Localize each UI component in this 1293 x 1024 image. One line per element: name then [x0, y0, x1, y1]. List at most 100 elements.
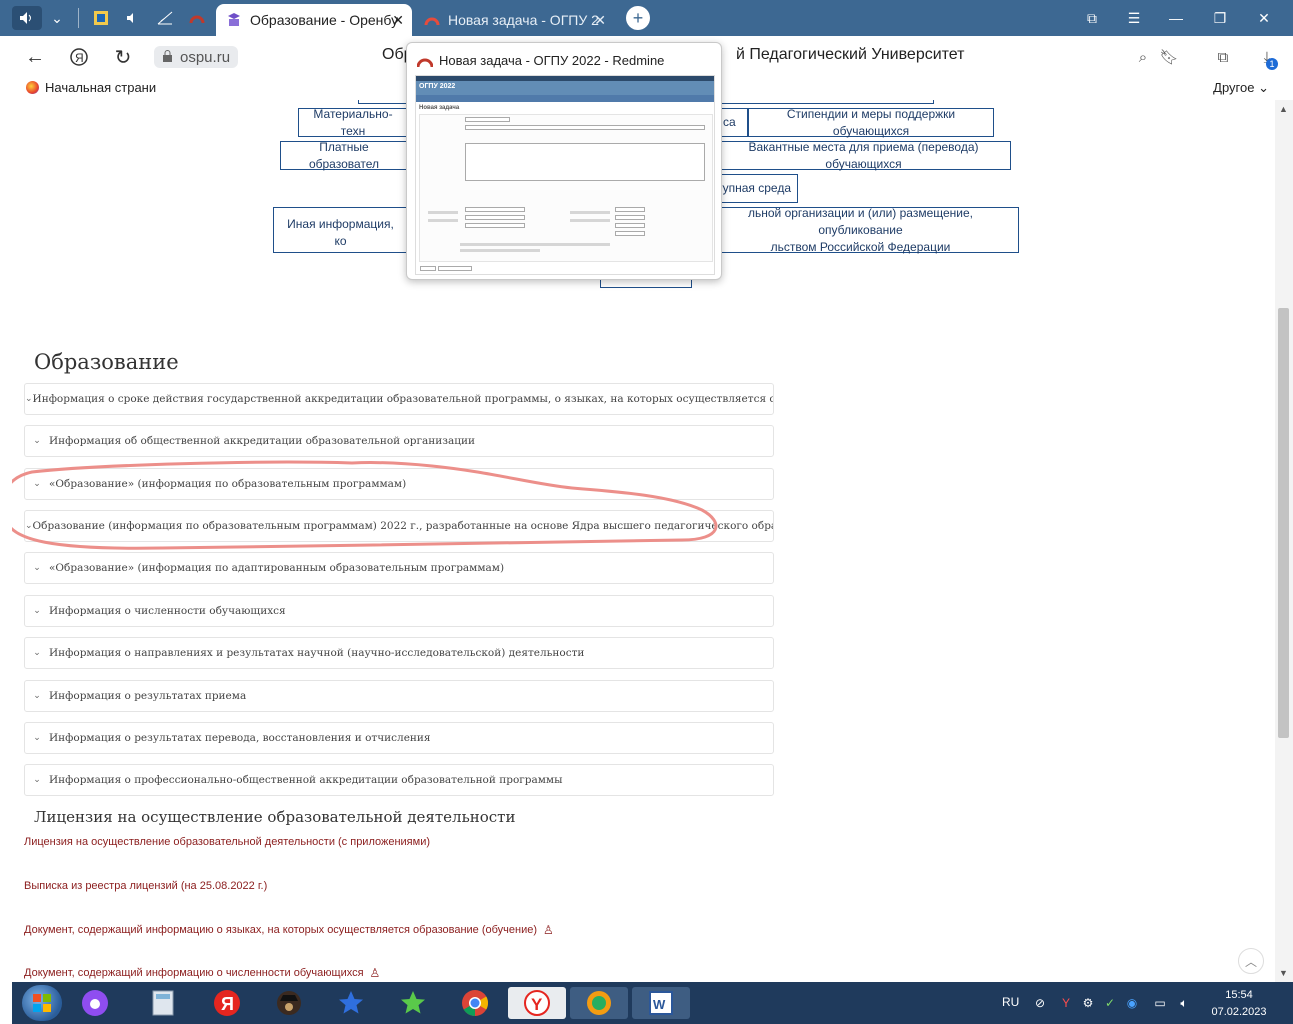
accordion-item[interactable]: ⌄ Образование (информация по образователь…	[24, 510, 774, 542]
pinned-tab-mute[interactable]	[122, 6, 144, 30]
scrollbar-thumb[interactable]	[1278, 308, 1289, 738]
close-window-button[interactable]: ✕	[1244, 6, 1284, 30]
taskbar-yandex-active[interactable]: Y	[508, 987, 566, 1019]
bookmark-home-label: Начальная страни	[45, 80, 157, 95]
taskbar-yandex-browser[interactable]: Я	[210, 987, 244, 1019]
green-star-icon	[401, 991, 425, 1014]
audio-tab-button[interactable]	[12, 6, 42, 30]
url-text: ospu.ru	[180, 48, 231, 66]
back-button[interactable]: ←	[22, 44, 48, 70]
new-tab-button[interactable]: +	[626, 6, 650, 30]
chevron-down-icon: ⌄	[51, 9, 63, 26]
registry-extract-link[interactable]: Выписка из реестра лицензий (на 25.08.20…	[24, 880, 267, 892]
accordion-item-label: Информация о направлениях и результатах …	[49, 647, 585, 659]
minimize-icon: —	[1169, 10, 1183, 26]
bookmark-home[interactable]: Начальная страни	[26, 80, 156, 95]
extensions-button[interactable]: ⧉	[1212, 46, 1234, 68]
taskbar-blue-star[interactable]	[334, 987, 368, 1019]
chevron-down-icon: ⌄	[33, 563, 41, 573]
accordion-item[interactable]: ⌄ Информация об общественной аккредитации…	[24, 425, 774, 457]
clock-time[interactable]: 15:54	[1210, 989, 1268, 1001]
thumb-heading: Новая задача	[419, 105, 460, 111]
taskbar-green-star[interactable]	[396, 987, 430, 1019]
minimize-button[interactable]: —	[1156, 6, 1196, 30]
tray-app-1[interactable]: ⊘	[1032, 995, 1048, 1011]
page-scrollbar[interactable]: ▲ ▼	[1275, 100, 1293, 982]
publication-label-1: льной организации и (или) размещение, оп…	[747, 205, 973, 237]
publication-button[interactable]: льной организации и (или) размещение, оп…	[702, 205, 1019, 254]
downloads-button[interactable]: ⤓ 1	[1256, 46, 1278, 70]
accordion-item[interactable]: ⌄ Информация о результатах перевода, восс…	[24, 722, 774, 754]
bookmark-other[interactable]: Другое ⌄	[1213, 80, 1269, 96]
search-button[interactable]: ⌕	[1132, 46, 1154, 68]
search-icon: ⌕	[1138, 48, 1148, 66]
scholarships-button[interactable]: Стипендии и меры поддержки обучающихся	[748, 106, 994, 138]
accessible-env-label: тупная среда	[716, 181, 791, 195]
tray-volume[interactable]: 🔈︎	[1176, 995, 1192, 1011]
redmine-icon	[417, 58, 433, 68]
svg-text:Y: Y	[531, 995, 543, 1014]
accordion-item[interactable]: ⌄ Информация о численности обучающихся	[24, 595, 774, 627]
tray-app-4[interactable]: ✓	[1102, 995, 1118, 1011]
start-button[interactable]	[22, 985, 62, 1021]
students-count-doc-link[interactable]: Документ, содержащий информацию о числен…	[24, 966, 380, 980]
taskbar-chrome[interactable]	[458, 987, 492, 1019]
material-tech-label: Материально-техн	[313, 106, 393, 138]
tab-preview-popup[interactable]: Новая задача - ОГПУ 2022 - Redmine ОГПУ …	[406, 42, 722, 280]
close-icon[interactable]: ✕	[594, 12, 606, 29]
collections-button[interactable]: ⧉	[1072, 6, 1112, 30]
material-tech-button[interactable]: Материально-техн	[298, 106, 408, 138]
pinned-tab-shield[interactable]	[90, 6, 112, 30]
menu-button[interactable]: ☰	[1114, 6, 1154, 30]
languages-doc-link[interactable]: Документ, содержащий информацию о языках…	[24, 923, 554, 937]
plus-icon: +	[632, 7, 644, 28]
taskbar-calculator[interactable]	[146, 987, 180, 1019]
reload-button[interactable]: ↻	[110, 44, 136, 70]
admission-label: са	[723, 115, 736, 129]
close-icon[interactable]: ✕	[392, 12, 404, 29]
yandex-browser-icon: Y	[524, 990, 550, 1016]
accordion-item[interactable]: ⌄ Информация о результатах приема	[24, 680, 774, 712]
language-indicator[interactable]: RU	[1002, 995, 1019, 1009]
tab-education[interactable]: Образование - Оренбу ✕	[216, 4, 412, 36]
paid-services-button[interactable]: Платные образовател	[280, 140, 408, 171]
taskbar-office-app[interactable]	[570, 987, 628, 1019]
url-field[interactable]: ospu.ru	[154, 46, 239, 68]
license-link-label: Лицензия на осуществление образовательно…	[24, 836, 431, 848]
pinned-tab-chart[interactable]	[154, 6, 176, 30]
taskbar-alice[interactable]	[78, 987, 112, 1019]
preview-title: Новая задача - ОГПУ 2022 - Redmine	[439, 53, 665, 68]
publication-label-2: льством Российской Федерации	[770, 239, 951, 254]
other-info-label: Иная информация, ко	[287, 217, 394, 248]
tray-app-3[interactable]: ⚙	[1080, 995, 1096, 1011]
scroll-to-top-button[interactable]: ︿	[1238, 948, 1264, 974]
chrome-icon	[462, 990, 489, 1017]
vacancies-button[interactable]: Вакантные места для приема (перевода) об…	[716, 140, 1011, 171]
signature-icon: ♙	[369, 966, 381, 980]
maximize-button[interactable]: ❐	[1200, 6, 1240, 30]
scroll-up-icon[interactable]: ▲	[1279, 104, 1288, 114]
accordion-item[interactable]: ⌄ Информация о направлениях и результатах…	[24, 637, 774, 669]
license-link[interactable]: Лицензия на осуществление образовательно…	[24, 836, 430, 848]
svg-text:Я: Я	[75, 51, 84, 65]
yandex-button[interactable]: Я	[66, 44, 92, 70]
tray-app-2[interactable]: Y	[1058, 995, 1074, 1011]
accordion-item[interactable]: ⌄ «Образование» (информация по образовате…	[24, 468, 774, 500]
scholarships-label: Стипендии и меры поддержки обучающихся	[786, 106, 956, 138]
taskbar-word[interactable]: W	[632, 987, 690, 1019]
accordion-item[interactable]: ⌄ Информация о сроке действия государстве…	[24, 383, 774, 415]
taskbar-game[interactable]	[272, 987, 306, 1019]
clock-date[interactable]: 07.02.2023	[1210, 1006, 1268, 1018]
tray-network[interactable]: ▭	[1152, 995, 1168, 1011]
scroll-down-icon[interactable]: ▼	[1279, 968, 1288, 978]
accordion-item[interactable]: ⌄ «Образование» (информация по адаптирова…	[24, 552, 774, 584]
pinned-tab-redmine[interactable]	[186, 6, 208, 30]
tab-redmine[interactable]: Новая задача - ОГПУ 2 ✕	[414, 4, 614, 36]
accordion-item-label: «Образование» (информация по адаптирован…	[49, 562, 505, 574]
accordion-item[interactable]: ⌄ Информация о профессионально-общественн…	[24, 764, 774, 796]
other-info-button[interactable]: Иная информация, ко	[273, 207, 408, 253]
bookmark-button[interactable]: 🔖︎	[1158, 46, 1180, 68]
tray-app-5[interactable]: ◉	[1124, 995, 1140, 1011]
tabs-dropdown-button[interactable]: ⌄	[44, 6, 70, 30]
svg-text:Я: Я	[221, 994, 234, 1014]
